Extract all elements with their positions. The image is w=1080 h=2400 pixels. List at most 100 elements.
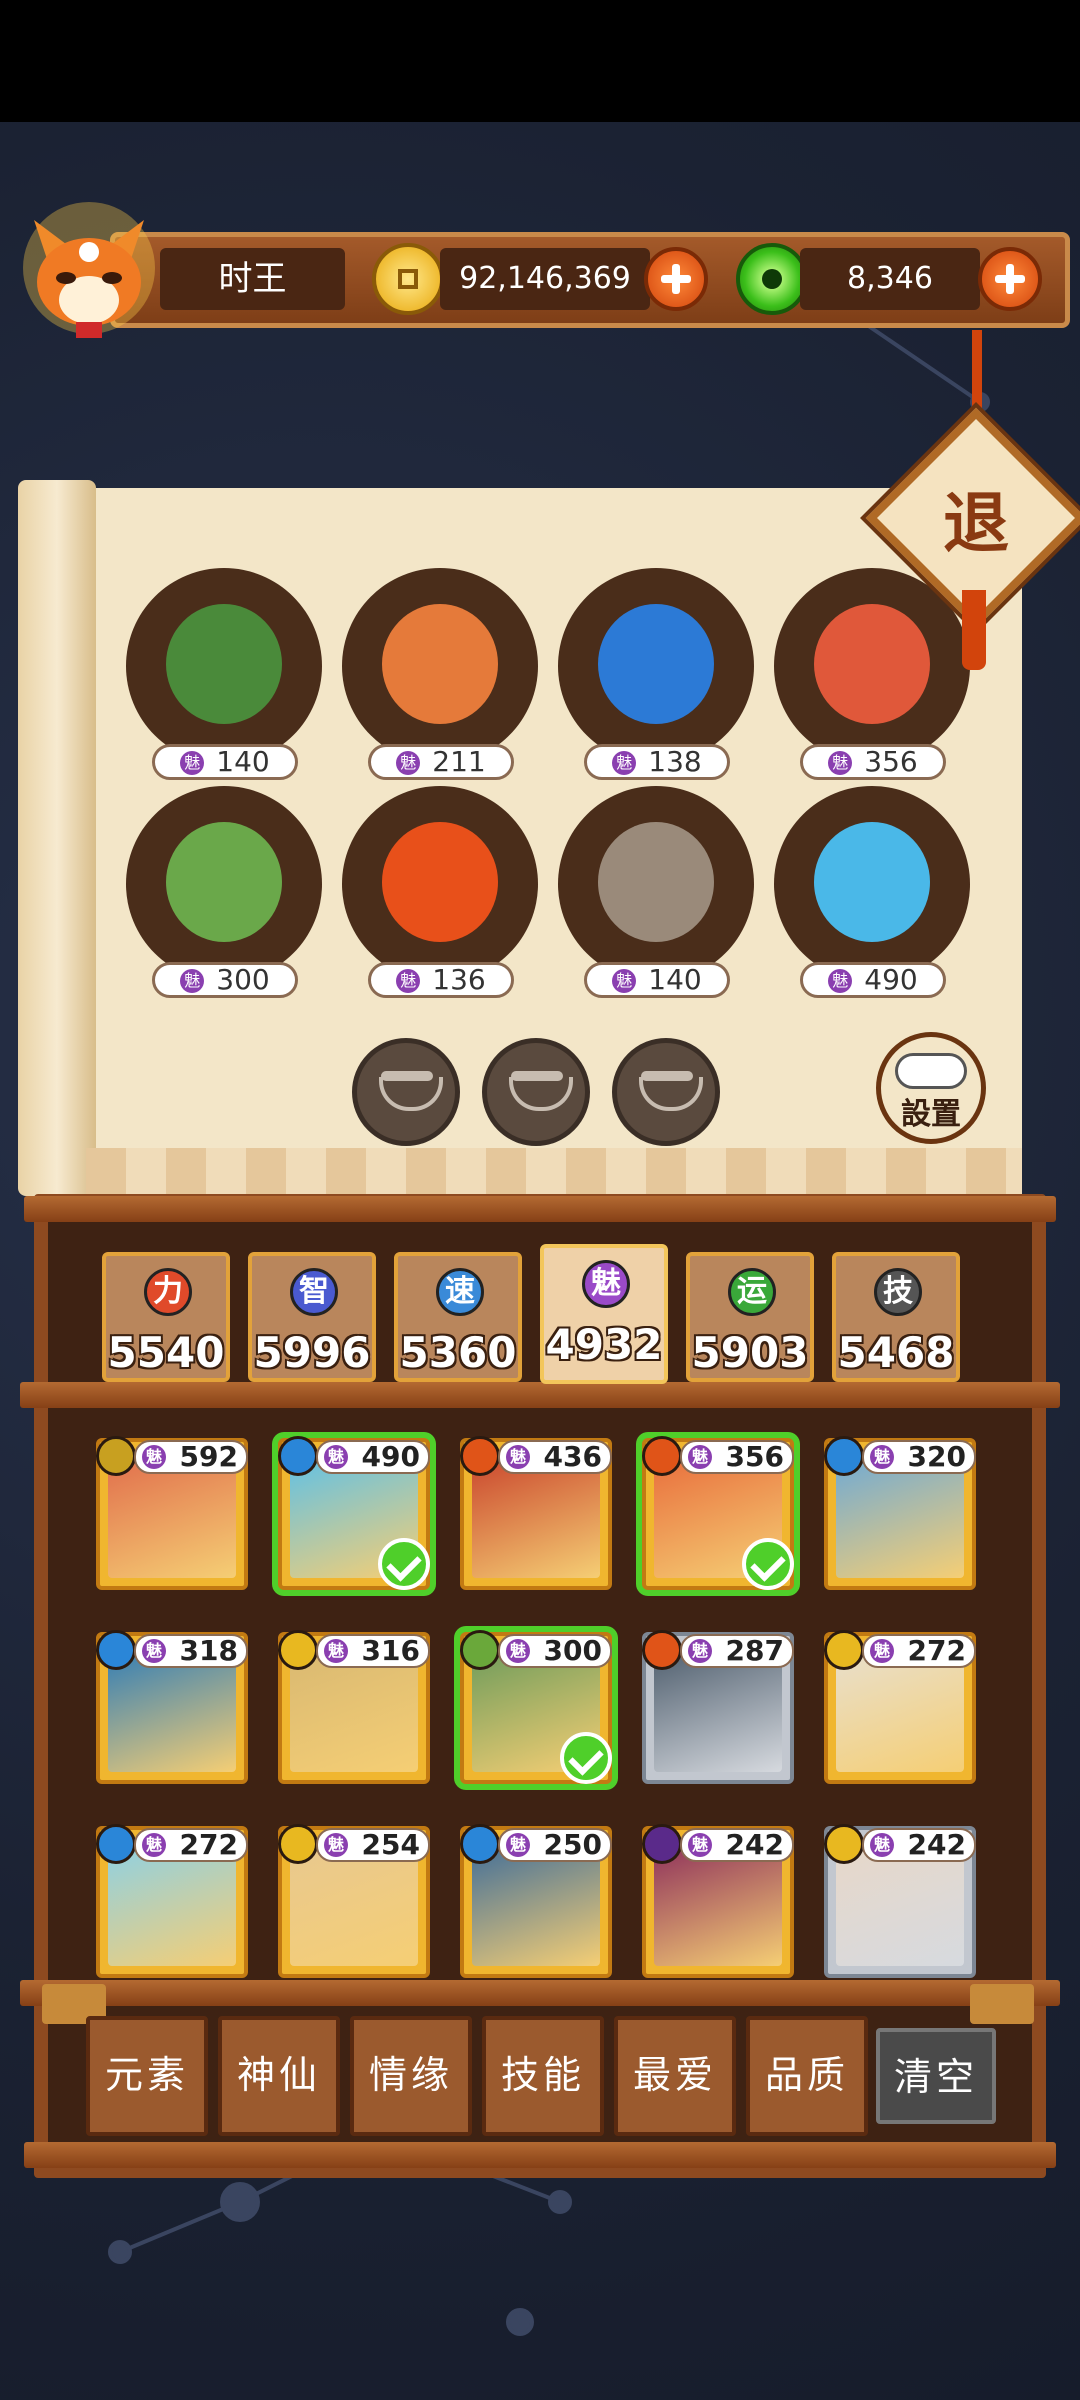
charm-icon: 魅 <box>828 751 853 775</box>
fire-element-icon <box>642 1436 682 1476</box>
character-card[interactable]: 魅 318 <box>96 1630 248 1784</box>
filter-button[interactable]: 情缘 <box>350 2016 472 2136</box>
character-card[interactable]: 魅 490 <box>278 1436 430 1590</box>
character-card[interactable]: 魅 272 <box>824 1630 976 1784</box>
charm-value: 436 <box>543 1440 602 1473</box>
filter-button[interactable]: 神仙 <box>218 2016 340 2136</box>
charm-icon: 魅 <box>324 1833 348 1857</box>
charm-value: 287 <box>725 1634 784 1667</box>
character-card[interactable]: 魅 250 <box>460 1824 612 1978</box>
character-art <box>598 822 714 942</box>
character-card[interactable]: 魅 272 <box>96 1824 248 1978</box>
team-member-portrait[interactable] <box>558 786 754 982</box>
team-member-portrait[interactable] <box>126 568 322 764</box>
water-element-icon <box>96 1630 136 1670</box>
cabinet-top-plank <box>24 1196 1056 1222</box>
stat-tab[interactable]: 技 5468 <box>832 1252 960 1382</box>
player-name[interactable]: 时王 <box>160 248 345 310</box>
character-card[interactable]: 魅 320 <box>824 1436 976 1590</box>
charm-badge: 魅 140 <box>584 962 730 998</box>
character-card[interactable]: 魅 242 <box>642 1824 794 1978</box>
empty-slot-bowl-icon[interactable] <box>482 1038 590 1146</box>
charm-badge: 魅 490 <box>800 962 946 998</box>
team-member-portrait[interactable] <box>774 786 970 982</box>
character-card[interactable]: 魅 242 <box>824 1824 976 1978</box>
shelf-plank <box>20 1382 1060 1408</box>
filter-button[interactable]: 品质 <box>746 2016 868 2136</box>
stat-value: 4932 <box>545 1320 663 1369</box>
character-art <box>382 822 498 942</box>
filter-button[interactable]: 元素 <box>86 2016 208 2136</box>
selected-check-icon <box>742 1538 794 1590</box>
stat-tab[interactable]: 速 5360 <box>394 1252 522 1382</box>
charm-value: 300 <box>543 1634 602 1667</box>
team-member-portrait[interactable] <box>774 568 970 764</box>
stat-tab[interactable]: 运 5903 <box>686 1252 814 1382</box>
charm-value: 592 <box>179 1440 238 1473</box>
team-member-portrait[interactable] <box>558 568 754 764</box>
character-card[interactable]: 魅 436 <box>460 1436 612 1590</box>
cabinet-bottom-plank <box>24 2142 1056 2168</box>
character-art <box>814 604 930 724</box>
stat-icon: 力 <box>144 1268 192 1316</box>
team-member-portrait[interactable] <box>126 786 322 982</box>
stat-icon: 运 <box>728 1268 776 1316</box>
settings-label: 設置 <box>901 1097 961 1132</box>
charm-icon: 魅 <box>324 1639 348 1663</box>
charm-badge: 魅 592 <box>134 1440 248 1474</box>
charm-value: 300 <box>216 963 270 996</box>
gamepad-icon <box>895 1053 967 1089</box>
charm-value: 138 <box>648 745 702 778</box>
filter-button[interactable]: 最爱 <box>614 2016 736 2136</box>
charm-value: 140 <box>216 745 270 778</box>
character-card[interactable]: 魅 287 <box>642 1630 794 1784</box>
filter-button[interactable]: 技能 <box>482 2016 604 2136</box>
charm-badge: 魅 436 <box>498 1440 612 1474</box>
stat-tab[interactable]: 智 5996 <box>248 1252 376 1382</box>
settings-button[interactable]: 設置 <box>876 1032 986 1144</box>
character-art <box>166 822 282 942</box>
stat-tab[interactable]: 魅 4932 <box>540 1244 668 1384</box>
character-card[interactable]: 魅 316 <box>278 1630 430 1784</box>
charm-badge: 魅 254 <box>316 1828 430 1862</box>
gold-coin-icon <box>372 243 444 315</box>
add-gold-button[interactable] <box>644 247 708 311</box>
fox-avatar-icon[interactable] <box>14 190 164 350</box>
dark-element-icon <box>642 1824 682 1864</box>
fire-element-icon <box>642 1630 682 1670</box>
status-bar <box>0 0 1080 122</box>
charm-badge: 魅 356 <box>680 1440 794 1474</box>
water-element-icon <box>96 1824 136 1864</box>
charm-value: 318 <box>179 1634 238 1667</box>
character-card[interactable]: 魅 356 <box>642 1436 794 1590</box>
charm-value: 136 <box>432 963 486 996</box>
charm-value: 140 <box>648 963 702 996</box>
earth-element-icon <box>96 1436 136 1476</box>
empty-slot-bowl-icon[interactable] <box>612 1038 720 1146</box>
add-jade-button[interactable] <box>978 247 1042 311</box>
charm-badge: 魅 136 <box>368 962 514 998</box>
empty-slot-bowl-icon[interactable] <box>352 1038 460 1146</box>
charm-badge: 魅 138 <box>584 744 730 780</box>
character-art <box>382 604 498 724</box>
charm-icon: 魅 <box>870 1445 894 1469</box>
character-art <box>166 604 282 724</box>
team-member-portrait[interactable] <box>342 786 538 982</box>
jade-amount: 8,346 <box>800 248 980 310</box>
jade-icon <box>736 243 808 315</box>
charm-icon: 魅 <box>396 969 421 993</box>
charm-icon: 魅 <box>506 1833 530 1857</box>
fire-element-icon <box>460 1436 500 1476</box>
charm-icon: 魅 <box>688 1833 712 1857</box>
stat-value: 5540 <box>107 1328 225 1377</box>
character-card[interactable]: 魅 592 <box>96 1436 248 1590</box>
stat-tab[interactable]: 力 5540 <box>102 1252 230 1382</box>
stat-icon: 魅 <box>582 1260 630 1308</box>
charm-icon: 魅 <box>688 1445 712 1469</box>
exit-label[interactable]: 退 <box>898 470 1054 566</box>
clear-button[interactable]: 清空 <box>876 2028 996 2124</box>
character-card[interactable]: 魅 254 <box>278 1824 430 1978</box>
character-card[interactable]: 魅 300 <box>460 1630 612 1784</box>
team-member-portrait[interactable] <box>342 568 538 764</box>
charm-value: 490 <box>864 963 918 996</box>
